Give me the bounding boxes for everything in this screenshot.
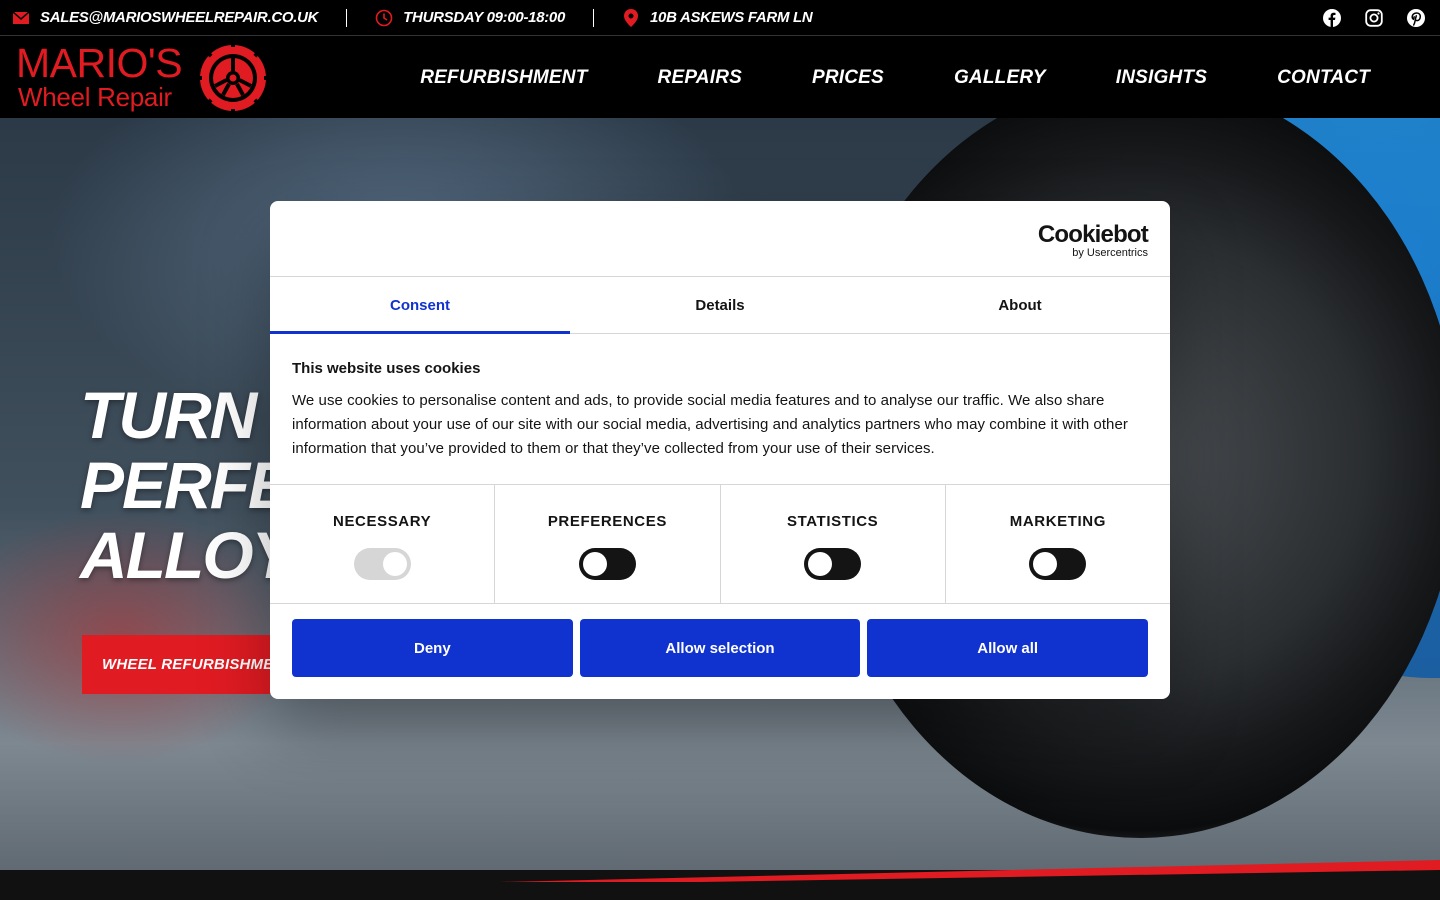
category-marketing: MARKETING — [946, 485, 1170, 603]
nav-gallery[interactable]: GALLERY — [954, 67, 1046, 89]
statistics-toggle[interactable] — [804, 548, 862, 580]
category-label: STATISTICS — [786, 513, 879, 530]
site-logo[interactable]: MARIO'S Wheel Repair — [16, 41, 272, 115]
hero-title-line: TURN I — [80, 378, 290, 452]
cookiebot-logo: Cookiebot by Usercentrics — [1037, 221, 1149, 260]
cookiebot-brand: Cookiebot — [1037, 221, 1149, 248]
hero-title-line: ALLOY — [80, 518, 296, 592]
nav-refurbishment[interactable]: REFURBISHMENT — [420, 67, 587, 89]
nav-insights[interactable]: INSIGHTS — [1116, 67, 1207, 89]
consent-body: This website uses cookies We use cookies… — [270, 334, 1170, 485]
category-label: MARKETING — [1009, 513, 1106, 530]
tab-consent[interactable]: Consent — [270, 277, 570, 334]
top-info-bar: SALES@MARIOSWHEELREPAIR.CO.UK THURSDAY 0… — [0, 0, 1440, 36]
dialog-actions: Deny Allow selection Allow all — [270, 604, 1170, 692]
cookiebot-brand-sub: by Usercentrics — [1072, 247, 1148, 259]
instagram-icon[interactable] — [1364, 8, 1384, 28]
allow-selection-button[interactable]: Allow selection — [579, 619, 861, 677]
separator — [593, 8, 595, 27]
marketing-toggle[interactable] — [1029, 548, 1087, 580]
logo-line1: MARIO'S — [16, 40, 183, 86]
email-contact[interactable]: SALES@MARIOSWHEELREPAIR.CO.UK — [12, 0, 318, 36]
envelope-icon — [12, 9, 30, 27]
preferences-toggle[interactable] — [578, 548, 636, 580]
tab-details[interactable]: Details — [570, 277, 870, 333]
necessary-toggle — [353, 548, 411, 580]
facebook-icon[interactable] — [1322, 8, 1342, 28]
map-pin-icon — [622, 8, 640, 27]
hero-title-line: PERFE — [80, 448, 292, 522]
category-necessary: NECESSARY — [270, 485, 496, 603]
social-links — [1322, 0, 1426, 36]
cookie-categories: NECESSARY PREFERENCES STATISTICS MARKETI… — [270, 485, 1170, 604]
logo-line2: Wheel Repair — [18, 82, 172, 112]
email-text[interactable]: SALES@MARIOSWHEELREPAIR.CO.UK — [40, 9, 318, 26]
dialog-header: Cookiebot by Usercentrics — [270, 201, 1170, 277]
main-nav: REFURBISHMENT REPAIRS PRICES GALLERY INS… — [420, 37, 1370, 118]
site-header: MARIO'S Wheel Repair REFURBISHMENT REPAI… — [0, 37, 1440, 118]
nav-repairs[interactable]: REPAIRS — [658, 67, 742, 89]
hero-bottom-wave — [0, 860, 1440, 900]
dialog-tabs: Consent Details About — [270, 277, 1170, 334]
pinterest-icon[interactable] — [1406, 8, 1426, 28]
category-label: PREFERENCES — [547, 513, 667, 530]
category-label: NECESSARY — [333, 513, 432, 530]
nav-prices[interactable]: PRICES — [812, 67, 884, 89]
address-text[interactable]: 10B ASKEWS FARM LN — [650, 9, 813, 26]
opening-hours: THURSDAY 09:00-18:00 — [375, 0, 565, 36]
hero-title: TURN I PERFE ALLOY — [80, 378, 296, 592]
clock-icon — [375, 9, 393, 27]
category-preferences: PREFERENCES — [495, 485, 721, 603]
allow-all-button[interactable]: Allow all — [867, 619, 1149, 677]
consent-text: We use cookies to personalise content an… — [292, 392, 1128, 457]
cookie-consent-dialog: Cookiebot by Usercentrics Consent Detail… — [270, 201, 1170, 699]
wheel-logo-icon — [196, 41, 270, 115]
nav-contact[interactable]: CONTACT — [1277, 67, 1370, 89]
separator — [346, 8, 348, 27]
hours-text: THURSDAY 09:00-18:00 — [403, 9, 566, 26]
address[interactable]: 10B ASKEWS FARM LN — [622, 0, 813, 36]
category-statistics: STATISTICS — [721, 485, 946, 603]
deny-button[interactable]: Deny — [292, 619, 573, 677]
tab-about[interactable]: About — [870, 277, 1170, 333]
consent-heading: This website uses cookies — [292, 360, 481, 377]
